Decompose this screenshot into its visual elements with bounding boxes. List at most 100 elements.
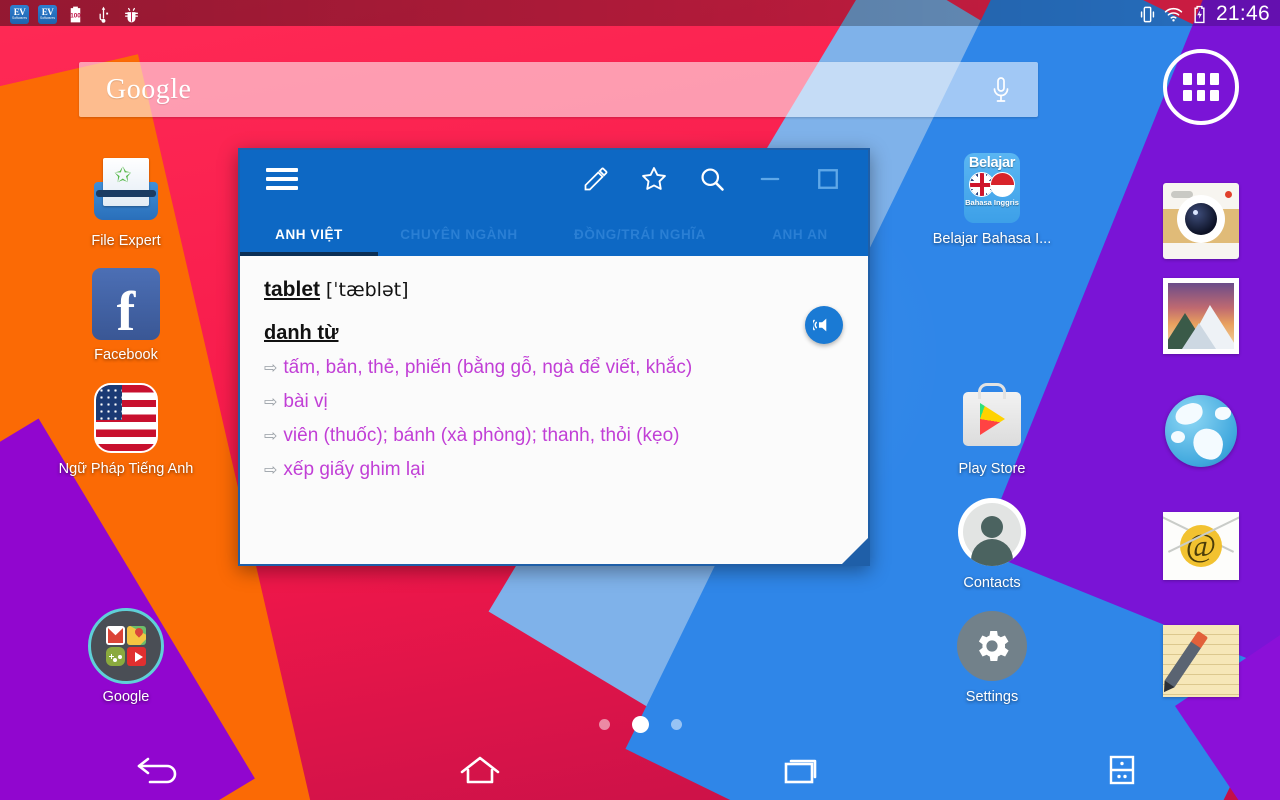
definition-item: ⇨ viên (thuốc); bánh (xà phòng); thanh, … (264, 425, 844, 447)
app-google-folder[interactable]: Google (64, 608, 188, 705)
split-screen-icon (1109, 755, 1135, 785)
file-expert-icon: ✩ (88, 152, 164, 228)
usb-icon (99, 6, 109, 23)
drawer-dot (1196, 73, 1206, 85)
email-icon: @ (1163, 512, 1239, 580)
belajar-icon-bottom-text: Bahasa Inggris (965, 198, 1019, 207)
split-screen-button[interactable] (960, 753, 1280, 787)
camera-icon (1163, 183, 1239, 259)
app-play-store[interactable]: Play Store (930, 380, 1054, 477)
app-drawer-button[interactable] (1163, 49, 1239, 125)
app-label: Belajar Bahasa I... (932, 231, 1052, 247)
app-label: Settings (965, 689, 1019, 705)
menu-icon[interactable] (266, 168, 298, 190)
play-store-icon (954, 380, 1030, 456)
headword-line: tablet [ˈtæblət] (264, 278, 844, 302)
battery-charging-icon (1194, 5, 1205, 23)
vibrate-icon (1140, 6, 1155, 22)
tab-dong-trai-nghia[interactable]: ĐỒNG/TRÁI NGHĨA (540, 227, 740, 256)
minimize-icon[interactable] (756, 165, 784, 193)
wifi-icon (1164, 7, 1183, 22)
star-icon[interactable] (640, 165, 668, 193)
belajar-icon-top-text: Belajar (968, 155, 1016, 171)
youtube-icon (127, 647, 146, 666)
headword-text: tablet (264, 278, 321, 301)
ev-badge-sub: Softwares (11, 16, 28, 20)
dictionary-tabs[interactable]: ANH VIỆT CHUYÊN NGÀNH ĐỒNG/TRÁI NGHĨA AN… (240, 208, 868, 256)
app-belajar-bahasa-inggris[interactable]: Belajar Bahasa Inggris Belajar Bahasa I.… (912, 150, 1072, 247)
ev-badge-label-2: EV (41, 7, 54, 17)
page-dot[interactable] (670, 719, 682, 730)
page-dot-active[interactable] (631, 716, 649, 733)
gear-icon (978, 630, 1009, 662)
status-bar: EV Softwares EV Softwares 100 21:46 (0, 0, 1280, 28)
back-button[interactable] (0, 753, 320, 787)
tab-anh-viet[interactable]: ANH VIỆT (240, 227, 378, 256)
app-file-expert[interactable]: ✩ File Expert (64, 152, 188, 249)
search-icon[interactable] (698, 165, 726, 193)
home-button[interactable] (320, 753, 640, 787)
dictionary-entry: tablet [ˈtæblət] danh từ ⇨ tấm, bản, thẻ… (240, 256, 868, 564)
dock-browser[interactable] (1163, 393, 1239, 469)
gallery-icon (1163, 278, 1239, 354)
back-icon (137, 757, 177, 784)
arrow-icon: ⇨ (264, 462, 278, 479)
dock-notes[interactable] (1163, 623, 1239, 699)
app-settings[interactable]: Settings (930, 608, 1054, 705)
page-indicator[interactable] (0, 716, 1280, 733)
dock-camera[interactable] (1163, 183, 1239, 259)
status-bar-notifications[interactable]: EV Softwares EV Softwares 100 (10, 4, 141, 24)
dock-email[interactable]: @ (1163, 508, 1239, 584)
browser-globe-icon (1165, 395, 1237, 467)
status-bar-clock: 21:46 (1215, 2, 1270, 25)
arrow-icon: ⇨ (264, 428, 278, 445)
dock-gallery[interactable] (1163, 278, 1239, 354)
dictionary-window[interactable]: ANH VIỆT CHUYÊN NGÀNH ĐỒNG/TRÁI NGHĨA AN… (238, 148, 870, 566)
definition-text: xếp giấy ghim lại (283, 459, 425, 480)
pencil-icon[interactable] (582, 165, 610, 193)
facebook-icon: f (88, 266, 164, 342)
contacts-icon (954, 494, 1030, 570)
app-facebook[interactable]: f Facebook (64, 266, 188, 363)
home-icon (460, 756, 500, 784)
drawer-dot (1196, 89, 1206, 101)
definition-text: bài vị (283, 391, 328, 412)
speaker-icon[interactable] (805, 306, 843, 344)
facebook-glyph: f (92, 268, 160, 340)
navigation-bar[interactable] (0, 740, 1280, 800)
play-games-icon (106, 647, 125, 666)
definition-item: ⇨ bài vị (264, 391, 844, 413)
app-ngu-phap-tieng-anh[interactable]: Ngữ Pháp Tiếng Anh (52, 380, 200, 477)
definition-text: viên (thuốc); bánh (xà phòng); thanh, th… (283, 425, 680, 446)
arrow-icon: ⇨ (264, 360, 278, 377)
svg-text:100: 100 (70, 12, 81, 19)
google-search-widget[interactable]: Google (79, 62, 1038, 117)
tab-anh-anh[interactable]: ANH AN (740, 227, 860, 256)
maximize-icon[interactable] (814, 165, 842, 193)
definition-item: ⇨ xếp giấy ghim lại (264, 459, 844, 481)
app-label: Facebook (94, 347, 158, 363)
microphone-icon[interactable] (989, 75, 1013, 105)
window-resize-handle[interactable] (842, 538, 868, 564)
app-contacts[interactable]: Contacts (930, 494, 1054, 591)
notes-icon (1163, 625, 1239, 697)
page-dot[interactable] (598, 719, 610, 730)
ev-badge-sub-2: Softwares (39, 16, 56, 20)
android-home-screen: EV Softwares EV Softwares 100 21:46 Goog… (0, 0, 1280, 800)
arrow-icon: ⇨ (264, 394, 278, 411)
tab-chuyen-nganh[interactable]: CHUYÊN NGÀNH (378, 227, 540, 256)
dictionary-window-actions (582, 165, 842, 193)
indonesia-flag-icon (990, 172, 1015, 197)
drawer-dot (1183, 73, 1192, 85)
belajar-bahasa-inggris-icon: Belajar Bahasa Inggris (954, 150, 1030, 226)
status-bar-system-icons: 21:46 (1138, 2, 1270, 26)
app-label: File Expert (91, 233, 161, 249)
us-flag-icon (88, 380, 164, 456)
recents-button[interactable] (640, 753, 960, 787)
dictionary-window-titlebar (240, 150, 868, 208)
app-label: Google (102, 689, 150, 705)
gmail-icon (106, 626, 125, 645)
app-label: Contacts (963, 575, 1021, 591)
battery-100-icon: 100 (70, 6, 81, 22)
drawer-dot (1210, 73, 1219, 85)
